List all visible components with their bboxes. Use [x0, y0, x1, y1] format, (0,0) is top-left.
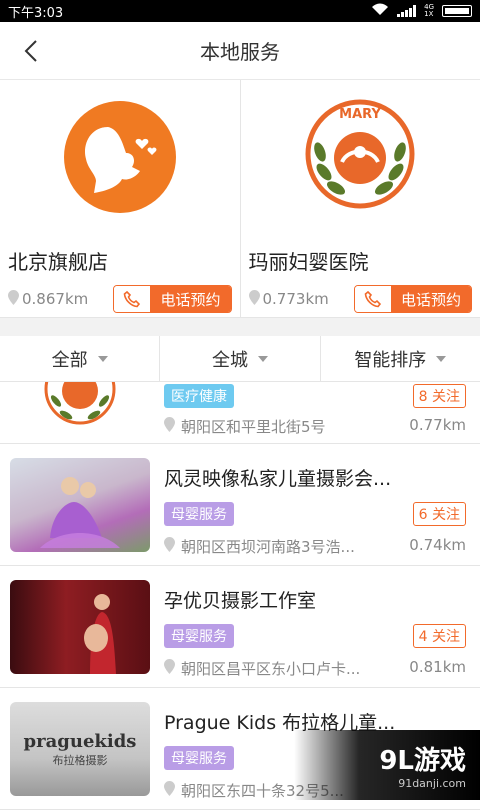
phone-icon	[355, 286, 391, 312]
item-address: 朝阳区昌平区东小口卢卡...	[164, 658, 360, 679]
signal-icon	[397, 5, 416, 17]
phone-booking-button[interactable]: 电话预约	[354, 285, 472, 313]
phone-icon	[114, 286, 150, 312]
filter-area[interactable]: 全城	[159, 336, 319, 381]
filter-label: 智能排序	[354, 346, 426, 372]
item-distance: 0.81km	[409, 658, 466, 676]
featured-stores: 北京旗舰店 0.867km 电话预约	[0, 80, 480, 318]
dropdown-caret-icon	[258, 356, 268, 362]
item-name: 孕优贝摄影工作室	[164, 586, 420, 613]
distance-text: 0.773km	[263, 290, 329, 308]
thumb-text: praguekids	[24, 731, 137, 752]
phone-booking-label: 电话预约	[150, 286, 230, 312]
mother-baby-logo	[8, 88, 232, 226]
category-tag: 母婴服务	[164, 746, 234, 770]
list-item[interactable]: 风灵映像私家儿童摄影会... 母婴服务 6 关注 朝阳区西坝河南路3号浩... …	[0, 444, 480, 566]
store-name: 玛丽妇婴医院	[249, 246, 473, 275]
section-divider	[0, 318, 480, 336]
status-time: 下午3:03	[8, 2, 63, 21]
list-item[interactable]: 孕优贝摄影工作室 母婴服务 4 关注 朝阳区昌平区东小口卢卡... 0.81km	[0, 566, 480, 688]
list-item[interactable]: 医疗健康 8 关注 朝阳区和平里北街5号 0.77km	[0, 382, 480, 444]
location-pin-icon	[164, 417, 175, 436]
address-text: 朝阳区和平里北街5号	[181, 416, 326, 437]
address-text: 朝阳区昌平区东小口卢卡...	[181, 658, 360, 679]
item-address: 朝阳区和平里北街5号	[164, 416, 326, 437]
back-button[interactable]	[14, 34, 48, 68]
page-title: 本地服务	[200, 36, 280, 65]
dropdown-caret-icon	[436, 356, 446, 362]
location-pin-icon	[164, 781, 175, 800]
dropdown-caret-icon	[98, 356, 108, 362]
location-pin-icon	[164, 537, 175, 556]
phone-booking-label: 电话预约	[391, 286, 471, 312]
battery-icon	[442, 5, 472, 17]
thumb-subtext: 布拉格摄影	[53, 752, 108, 768]
category-tag: 母婴服务	[164, 502, 234, 526]
item-thumbnail: praguekids 布拉格摄影	[10, 702, 150, 796]
store-name: 北京旗舰店	[8, 246, 232, 275]
filter-category[interactable]: 全部	[0, 336, 159, 381]
item-thumbnail	[10, 580, 150, 674]
mary-logo: MARY	[249, 88, 473, 226]
distance-text: 0.867km	[22, 290, 88, 308]
filter-label: 全城	[212, 346, 248, 372]
follow-count: 8 关注	[413, 384, 466, 408]
filter-label: 全部	[52, 346, 88, 372]
network-type: 4G 1X	[424, 4, 434, 18]
store-distance: 0.773km	[249, 290, 329, 309]
location-pin-icon	[164, 659, 175, 678]
location-pin-icon	[8, 290, 19, 309]
item-name: 风灵映像私家儿童摄影会...	[164, 464, 420, 491]
store-card[interactable]: 北京旗舰店 0.867km 电话预约	[0, 80, 240, 317]
filter-bar: 全部 全城 智能排序	[0, 336, 480, 382]
location-pin-icon	[249, 290, 260, 309]
address-text: 朝阳区西坝河南路3号浩...	[181, 536, 355, 557]
item-thumbnail	[10, 382, 150, 436]
chevron-left-icon	[23, 39, 39, 63]
item-address: 朝阳区西坝河南路3号浩...	[164, 536, 355, 557]
wifi-icon	[371, 3, 389, 20]
status-bar: 下午3:03 4G 1X	[0, 0, 480, 22]
watermark-sub: 91danji.com	[379, 777, 466, 790]
category-tag: 医疗健康	[164, 384, 234, 408]
item-thumbnail	[10, 458, 150, 552]
follow-count: 6 关注	[413, 502, 466, 526]
filter-sort[interactable]: 智能排序	[320, 336, 480, 381]
app-header: 本地服务	[0, 22, 480, 80]
item-distance: 0.77km	[409, 416, 466, 434]
item-distance: 0.74km	[409, 536, 466, 554]
watermark-main: 9L游戏	[379, 740, 466, 777]
store-distance: 0.867km	[8, 290, 88, 309]
mary-logo-text: MARY	[339, 107, 381, 122]
category-tag: 母婴服务	[164, 624, 234, 648]
site-watermark: 9L游戏 91danji.com	[294, 730, 480, 800]
phone-booking-button[interactable]: 电话预约	[113, 285, 231, 313]
follow-count: 4 关注	[413, 624, 466, 648]
store-card[interactable]: MARY 玛丽妇婴医院 0.773km 电话预约	[240, 80, 480, 317]
